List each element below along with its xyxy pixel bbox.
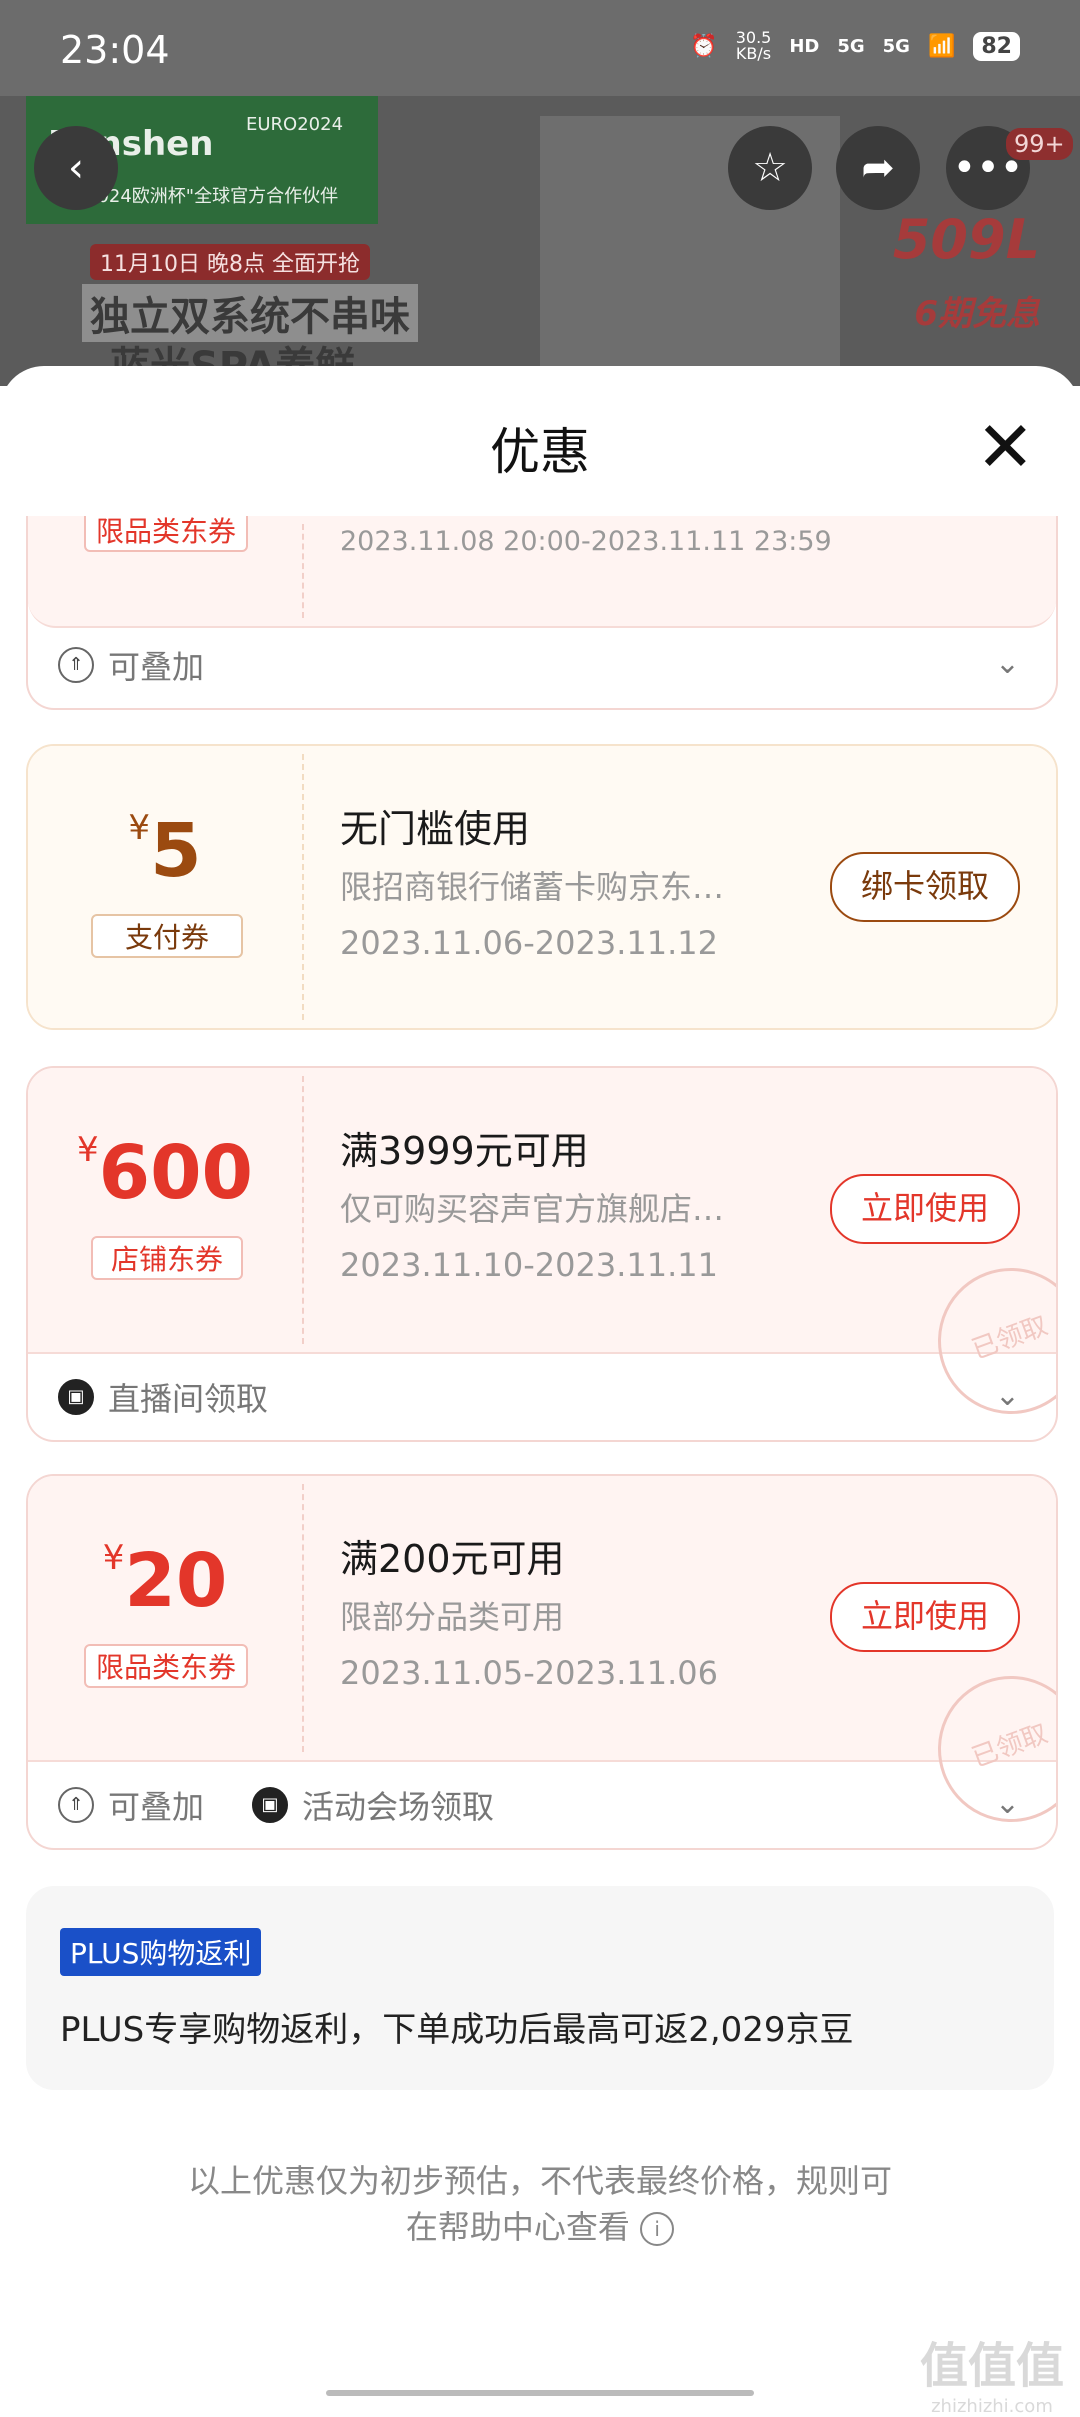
watermark-url: zhizhizhi.com xyxy=(931,2396,1053,2417)
coupon-body: ¥20 限品类东券 满200元可用 限部分品类可用 2023.11.05-202… xyxy=(28,1476,1056,1843)
coupon-amount: ¥5 xyxy=(28,808,302,894)
coupon-desc: 限招商银行储蓄卡购京东… xyxy=(340,868,725,906)
coupon-date: 2023.11.05-2023.11.06 xyxy=(340,1654,718,1692)
coupon-body: ¥600 店铺东券 满3999元可用 仅可购买容声官方旗舰店… 2023.11.… xyxy=(28,1068,1056,1435)
promo-date: 11月10日 晚8点 全面开抢 xyxy=(90,244,370,280)
signal-5g-icon-1: 5G xyxy=(837,35,865,57)
coupon-tag: 支付券 xyxy=(91,914,243,958)
close-button[interactable]: ✕ xyxy=(976,412,1035,482)
coupon-desc: 仅可购买容声官方旗舰店… xyxy=(340,1190,725,1228)
amount-value: 5 xyxy=(150,808,202,894)
coupon-amount: ¥600 xyxy=(28,1130,302,1216)
signal-5g-icon-2: 5G xyxy=(882,35,910,57)
amount-value: 600 xyxy=(98,1130,254,1216)
wifi-icon: 📶 xyxy=(927,33,956,59)
coupon-amount: ¥20 xyxy=(28,1538,302,1624)
speed-unit: KB/s xyxy=(735,44,772,63)
coupon-title: 无门槛使用 xyxy=(340,807,531,851)
hd-icon: HD xyxy=(789,35,820,57)
favorite-button[interactable]: ☆ xyxy=(728,126,812,210)
sheet-title: 优惠 xyxy=(490,423,590,481)
plus-rebate-text: PLUS专享购物返利，下单成功后最高可返2,029京豆 xyxy=(60,2010,854,2050)
status-bar: 23:04 ⏰ 30.5 KB/s HD 5G 5G 📶 82 xyxy=(0,0,1080,96)
chevron-down-icon[interactable]: ⌄ xyxy=(995,646,1020,681)
coupon-divider xyxy=(302,524,304,618)
footer-label-stackable: 可叠加 xyxy=(108,1788,205,1826)
coupon-card-1: 限品类东券 2023.11.08 20:00-2023.11.11 23:59 … xyxy=(26,516,1058,710)
coupon-desc: 限部分品类可用 xyxy=(340,1598,565,1636)
capacity-label: 509L xyxy=(892,208,1040,271)
back-button[interactable]: ‹ xyxy=(34,126,118,210)
euro-logo: EURO2024 xyxy=(246,114,344,135)
claimed-stamp: 已领取 xyxy=(917,1247,1056,1435)
alarm-icon: ⏰ xyxy=(690,33,718,59)
back-arrow-icon: ‹ xyxy=(68,145,84,191)
watermark: 值值值 zhizhizhi.com xyxy=(920,2326,1064,2417)
coupon-tag: 店铺东券 xyxy=(91,1236,243,1280)
product-banner: Ronshen EURO2024 2024欧洲杯"全球官方合作伙伴 11月10日… xyxy=(0,96,1080,386)
chevron-down-icon[interactable]: ⌄ xyxy=(995,1786,1020,1821)
coupon-divider xyxy=(302,1484,304,1752)
coupon-tag: 限品类东券 xyxy=(84,1644,248,1688)
info-icon[interactable]: i xyxy=(640,2212,675,2246)
share-button[interactable]: ➦ xyxy=(836,126,920,210)
coupon-date: 2023.11.06-2023.11.12 xyxy=(340,924,718,962)
installment-label: 6期免息 xyxy=(914,294,1040,334)
currency-symbol: ¥ xyxy=(76,1130,99,1170)
ticket-icon: ▣ xyxy=(252,1787,289,1823)
partner-text: 2024欧洲杯"全球官方合作伙伴 xyxy=(86,186,339,207)
share-icon: ➦ xyxy=(861,145,895,191)
disclaimer-note: 以上优惠仅为初步预估，不代表最终价格，规则可 在帮助中心查看 i xyxy=(0,2158,1080,2250)
use-now-button[interactable]: 立即使用 xyxy=(830,1582,1020,1652)
home-indicator[interactable] xyxy=(326,2390,754,2396)
plus-badge: PLUS购物返利 xyxy=(60,1928,262,1976)
footer-label-stackable: 可叠加 xyxy=(108,648,205,686)
coupon-footer[interactable]: ▣ 直播间领取 xyxy=(58,1374,268,1420)
star-icon: ☆ xyxy=(752,145,788,191)
watermark-logo: 值值值 xyxy=(919,2338,1064,2394)
coupon-divider xyxy=(302,754,304,1020)
footer-label-source: 直播间领取 xyxy=(108,1380,269,1418)
use-now-button[interactable]: 立即使用 xyxy=(830,1174,1020,1244)
coupon-title: 满3999元可用 xyxy=(340,1129,589,1173)
disclaimer-line-2: 在帮助中心查看 xyxy=(405,2208,630,2246)
plus-rebate-box: PLUS购物返利 PLUS专享购物返利，下单成功后最高可返2,029京豆 xyxy=(26,1886,1054,2090)
currency-symbol: ¥ xyxy=(128,808,151,848)
status-icons: ⏰ 30.5 KB/s HD 5G 5G 📶 82 xyxy=(690,30,1020,62)
battery-indicator: 82 xyxy=(973,31,1020,61)
ticket-icon: ▣ xyxy=(58,1379,94,1415)
coupon-date: 2023.11.10-2023.11.11 xyxy=(340,1246,718,1284)
promotions-sheet: 优惠 ✕ 限品类东券 2023.11.08 20:00-2023.11.11 2… xyxy=(0,366,1080,2400)
message-badge: 99+ xyxy=(1006,128,1073,160)
coupon-body: ¥5 支付券 无门槛使用 限招商银行储蓄卡购京东… 2023.11.06-202… xyxy=(28,746,1056,1028)
coupon-card-3: ¥600 店铺东券 满3999元可用 仅可购买容声官方旗舰店… 2023.11.… xyxy=(26,1066,1058,1442)
coupon-footer[interactable]: ⇑ 可叠加 ▣ 活动会场领取 xyxy=(58,1782,494,1828)
coupon-card-2: ¥5 支付券 无门槛使用 限招商银行储蓄卡购京东… 2023.11.06-202… xyxy=(26,744,1058,1030)
coupon-card-4: ¥20 限品类东券 满200元可用 限部分品类可用 2023.11.05-202… xyxy=(26,1474,1058,1850)
claimed-stamp: 已领取 xyxy=(917,1655,1056,1843)
close-icon: ✕ xyxy=(976,406,1035,488)
coupon-tag: 限品类东券 xyxy=(84,516,248,552)
stack-icon: ⇑ xyxy=(58,1787,94,1823)
coupon-date: 2023.11.08 20:00-2023.11.11 23:59 xyxy=(340,526,832,557)
bind-card-claim-button[interactable]: 绑卡领取 xyxy=(830,852,1020,922)
status-time: 23:04 xyxy=(60,28,170,72)
footer-label-source: 活动会场领取 xyxy=(302,1788,495,1826)
coupon-title: 满200元可用 xyxy=(340,1537,565,1581)
disclaimer-line-1: 以上优惠仅为初步预估，不代表最终价格，规则可 xyxy=(187,2162,892,2200)
currency-symbol: ¥ xyxy=(102,1538,125,1578)
amount-value: 20 xyxy=(124,1538,228,1624)
coupon-divider xyxy=(302,1076,304,1344)
coupon-footer[interactable]: ⇑ 可叠加 xyxy=(58,642,204,688)
stack-icon: ⇑ xyxy=(58,647,94,683)
chevron-down-icon[interactable]: ⌄ xyxy=(995,1378,1020,1413)
coupon-body: 限品类东券 2023.11.08 20:00-2023.11.11 23:59 xyxy=(28,516,1056,628)
network-speed: 30.5 KB/s xyxy=(736,30,772,62)
